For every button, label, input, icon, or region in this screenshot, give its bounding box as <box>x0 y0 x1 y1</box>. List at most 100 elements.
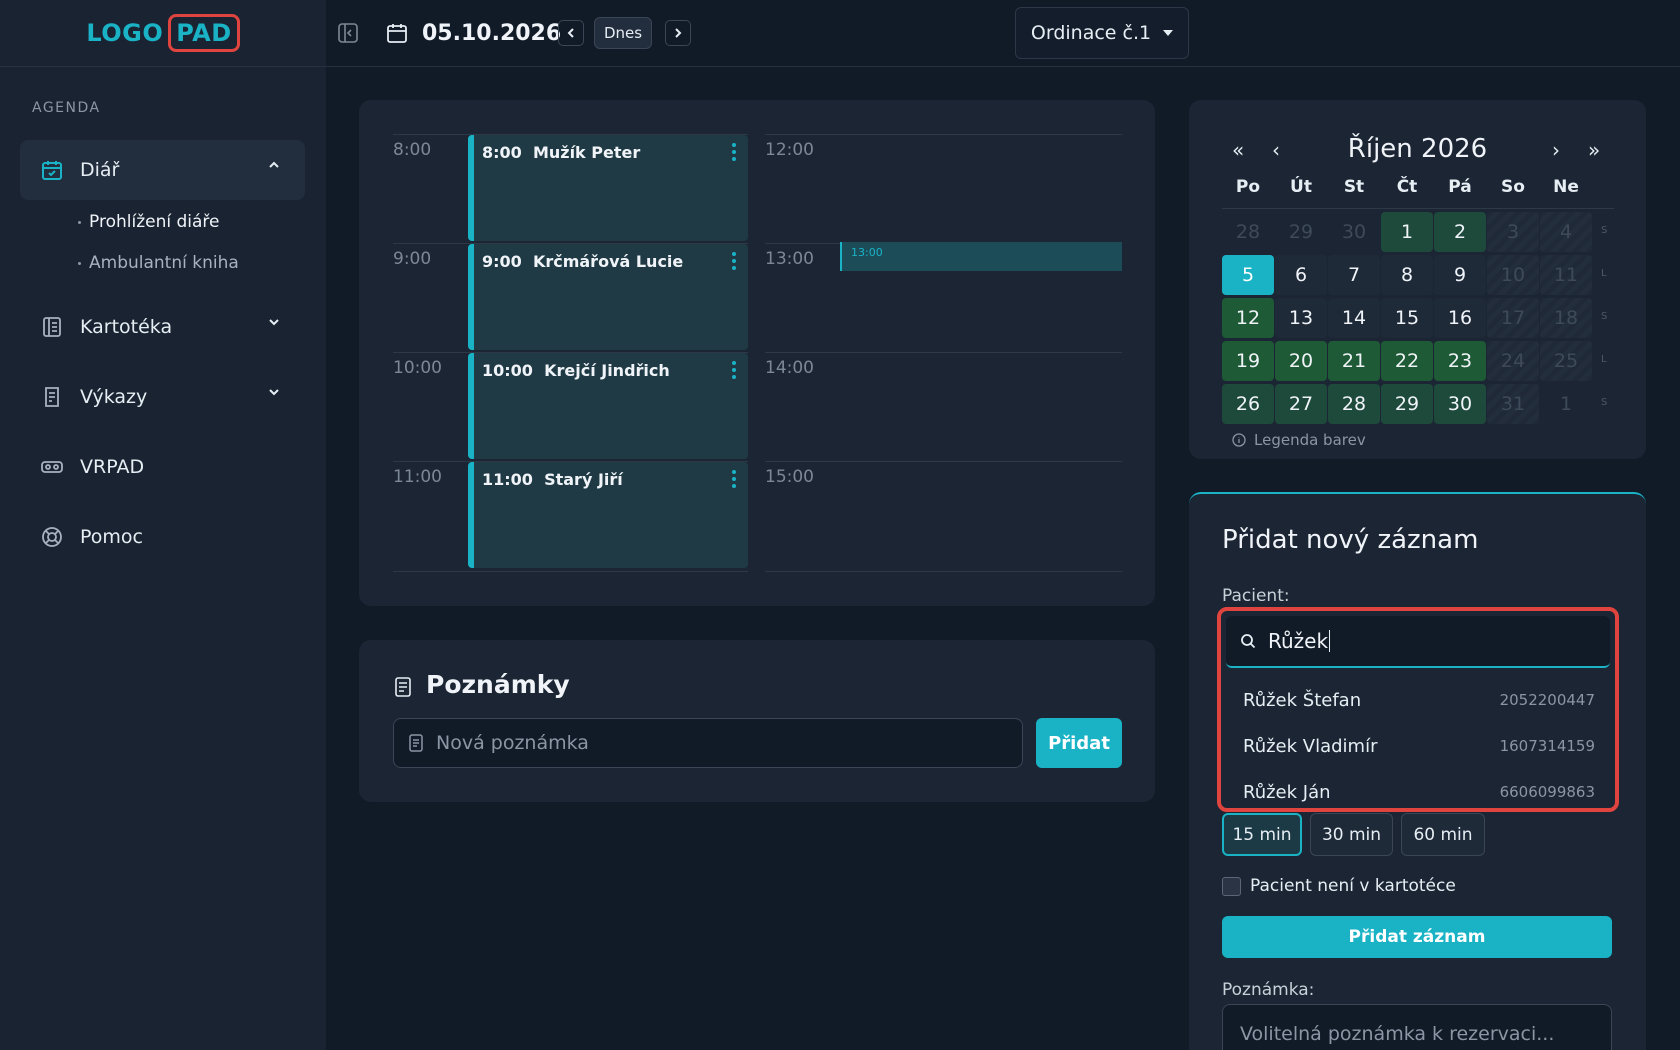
calendar-day[interactable]: 25 <box>1540 341 1592 381</box>
sidebar-item-diar[interactable]: Diář <box>20 140 305 200</box>
calendar-day[interactable]: 29 <box>1381 384 1433 424</box>
time-label: 8:00 <box>393 140 432 160</box>
kebab-menu-icon[interactable] <box>732 470 736 491</box>
hour-divider <box>765 134 1122 135</box>
calendar-day[interactable]: 7 <box>1328 255 1380 295</box>
reservation-note-placeholder: Volitelná poznámka k rezervaci... <box>1240 1023 1555 1045</box>
calendar-day-selected[interactable]: 5 <box>1222 255 1274 295</box>
calendar-day[interactable]: 30 <box>1434 384 1486 424</box>
sidebar-item-pomoc[interactable]: Pomoc <box>20 507 305 567</box>
calendar-icon[interactable] <box>384 20 410 46</box>
time-label: 11:00 <box>393 467 442 487</box>
office-select-value: Ordinace č.1 <box>1030 22 1152 44</box>
weekday-header: Ne <box>1553 177 1579 197</box>
sidebar-subitem-ambulantni[interactable]: Ambulantní kniha <box>78 253 239 273</box>
last-month-button[interactable]: » <box>1588 138 1600 162</box>
search-result-item[interactable]: Růžek Vladimír 1607314159 <box>1226 724 1610 768</box>
duration-60-button[interactable]: 60 min <box>1401 813 1485 856</box>
notes-title: Poznámky <box>426 670 570 699</box>
calendar-day[interactable]: 26 <box>1222 384 1274 424</box>
logo-area: LOGO PAD <box>0 0 326 67</box>
color-legend-link[interactable]: Legenda barev <box>1232 431 1366 449</box>
calendar-day[interactable]: 28 <box>1328 384 1380 424</box>
calendar-day[interactable]: 19 <box>1222 341 1274 381</box>
calendar-day[interactable]: 9 <box>1434 255 1486 295</box>
calendar-day[interactable]: 23 <box>1434 341 1486 381</box>
prev-day-button[interactable] <box>558 20 584 46</box>
calendar-day[interactable]: 24 <box>1487 341 1539 381</box>
calendar-day[interactable]: 4 <box>1540 212 1592 252</box>
patient-label: Pacient: <box>1222 586 1290 606</box>
search-result-item[interactable]: Růžek Štefan 2052200447 <box>1226 678 1610 722</box>
calendar-day[interactable]: 27 <box>1275 384 1327 424</box>
form-title: Přidat nový záznam <box>1222 525 1479 555</box>
calendar-day[interactable]: 18 <box>1540 298 1592 338</box>
time-label: 15:00 <box>765 467 814 487</box>
calendar-day[interactable]: 22 <box>1381 341 1433 381</box>
calendar-day[interactable]: 2 <box>1434 212 1486 252</box>
calendar-day[interactable]: 11 <box>1540 255 1592 295</box>
calendar-day[interactable]: 14 <box>1328 298 1380 338</box>
lifebuoy-icon <box>40 525 64 549</box>
caret-down-icon <box>1163 30 1174 36</box>
sidebar-item-vykazy[interactable]: Výkazy <box>20 367 305 427</box>
appointment-block[interactable]: 8:00 Mužík Peter <box>468 135 748 241</box>
calendar-month-title: Říjen 2026 <box>1347 134 1488 164</box>
hour-divider <box>765 571 1122 572</box>
note-document-icon <box>393 676 413 698</box>
current-date[interactable]: 05.10.2026 <box>422 17 561 49</box>
kebab-menu-icon[interactable] <box>732 252 736 273</box>
chevron-up-icon <box>267 158 281 172</box>
sidebar-subitem-prohlizeni[interactable]: Prohlížení diáře <box>78 212 219 232</box>
calendar-day[interactable]: 31 <box>1487 384 1539 424</box>
search-result-item[interactable]: Růžek Ján 6606099863 <box>1226 770 1610 814</box>
calendar-day[interactable]: 1 <box>1381 212 1433 252</box>
appointment-block[interactable]: 11:00 Starý Jiří <box>468 462 748 568</box>
appointment-time: 9:00 <box>482 252 522 271</box>
calendar-day[interactable]: 20 <box>1275 341 1327 381</box>
calendar-day[interactable]: 1 <box>1540 384 1592 424</box>
result-name: Růžek Ján <box>1243 781 1331 803</box>
card-index-icon <box>40 315 64 339</box>
calendar-day[interactable]: 29 <box>1275 212 1327 252</box>
add-note-button[interactable]: Přidat <box>1036 718 1122 768</box>
calendar-day[interactable]: 10 <box>1487 255 1539 295</box>
calendar-day[interactable]: 17 <box>1487 298 1539 338</box>
calendar-day[interactable]: 30 <box>1328 212 1380 252</box>
calendar-day[interactable]: 16 <box>1434 298 1486 338</box>
patient-search-input[interactable]: Růžek <box>1226 616 1610 668</box>
duration-15-button[interactable]: 15 min <box>1222 813 1302 856</box>
duration-30-button[interactable]: 30 min <box>1310 813 1393 856</box>
next-month-button[interactable]: › <box>1552 138 1560 162</box>
new-note-input[interactable]: Nová poznámka <box>393 718 1023 768</box>
prev-month-button[interactable]: ‹ <box>1272 138 1280 162</box>
calendar-day[interactable]: 8 <box>1381 255 1433 295</box>
calendar-day[interactable]: 15 <box>1381 298 1433 338</box>
calendar-day[interactable]: 21 <box>1328 341 1380 381</box>
next-day-button[interactable] <box>665 20 691 46</box>
kebab-menu-icon[interactable] <box>732 361 736 382</box>
time-slot-marker[interactable]: 13:00 <box>840 242 1122 271</box>
sidebar-toggle-icon[interactable] <box>336 21 360 45</box>
not-in-registry-checkbox[interactable] <box>1222 877 1241 896</box>
today-button[interactable]: Dnes <box>594 17 652 49</box>
calendar-day[interactable]: 3 <box>1487 212 1539 252</box>
first-month-button[interactable]: « <box>1232 138 1244 162</box>
appointment-text: 10:00 Krejčí Jindřich <box>482 361 670 380</box>
office-select[interactable]: Ordinace č.1 <box>1015 7 1189 59</box>
text-cursor <box>1329 630 1331 652</box>
kebab-menu-icon[interactable] <box>732 143 736 164</box>
add-record-button[interactable]: Přidat záznam <box>1222 916 1612 958</box>
sidebar-item-kartoteka[interactable]: Kartotéka <box>20 297 305 357</box>
calendar-day[interactable]: 6 <box>1275 255 1327 295</box>
calendar-day[interactable]: 13 <box>1275 298 1327 338</box>
calendar-day[interactable]: 28 <box>1222 212 1274 252</box>
reservation-note-input[interactable]: Volitelná poznámka k rezervaci... <box>1222 1004 1612 1050</box>
appointment-block[interactable]: 10:00 Krejčí Jindřich <box>468 353 748 459</box>
appointment-block[interactable]: 9:00 Krčmářová Lucie <box>468 244 748 350</box>
calendar-day[interactable]: 12 <box>1222 298 1274 338</box>
logo[interactable]: LOGO PAD <box>86 14 240 52</box>
sidebar: LOGO PAD AGENDA Diář Prohlížení diáře Am… <box>0 0 326 1050</box>
sidebar-item-vrpad[interactable]: VRPAD <box>20 437 305 497</box>
sidebar-item-label: Kartotéka <box>80 316 173 338</box>
